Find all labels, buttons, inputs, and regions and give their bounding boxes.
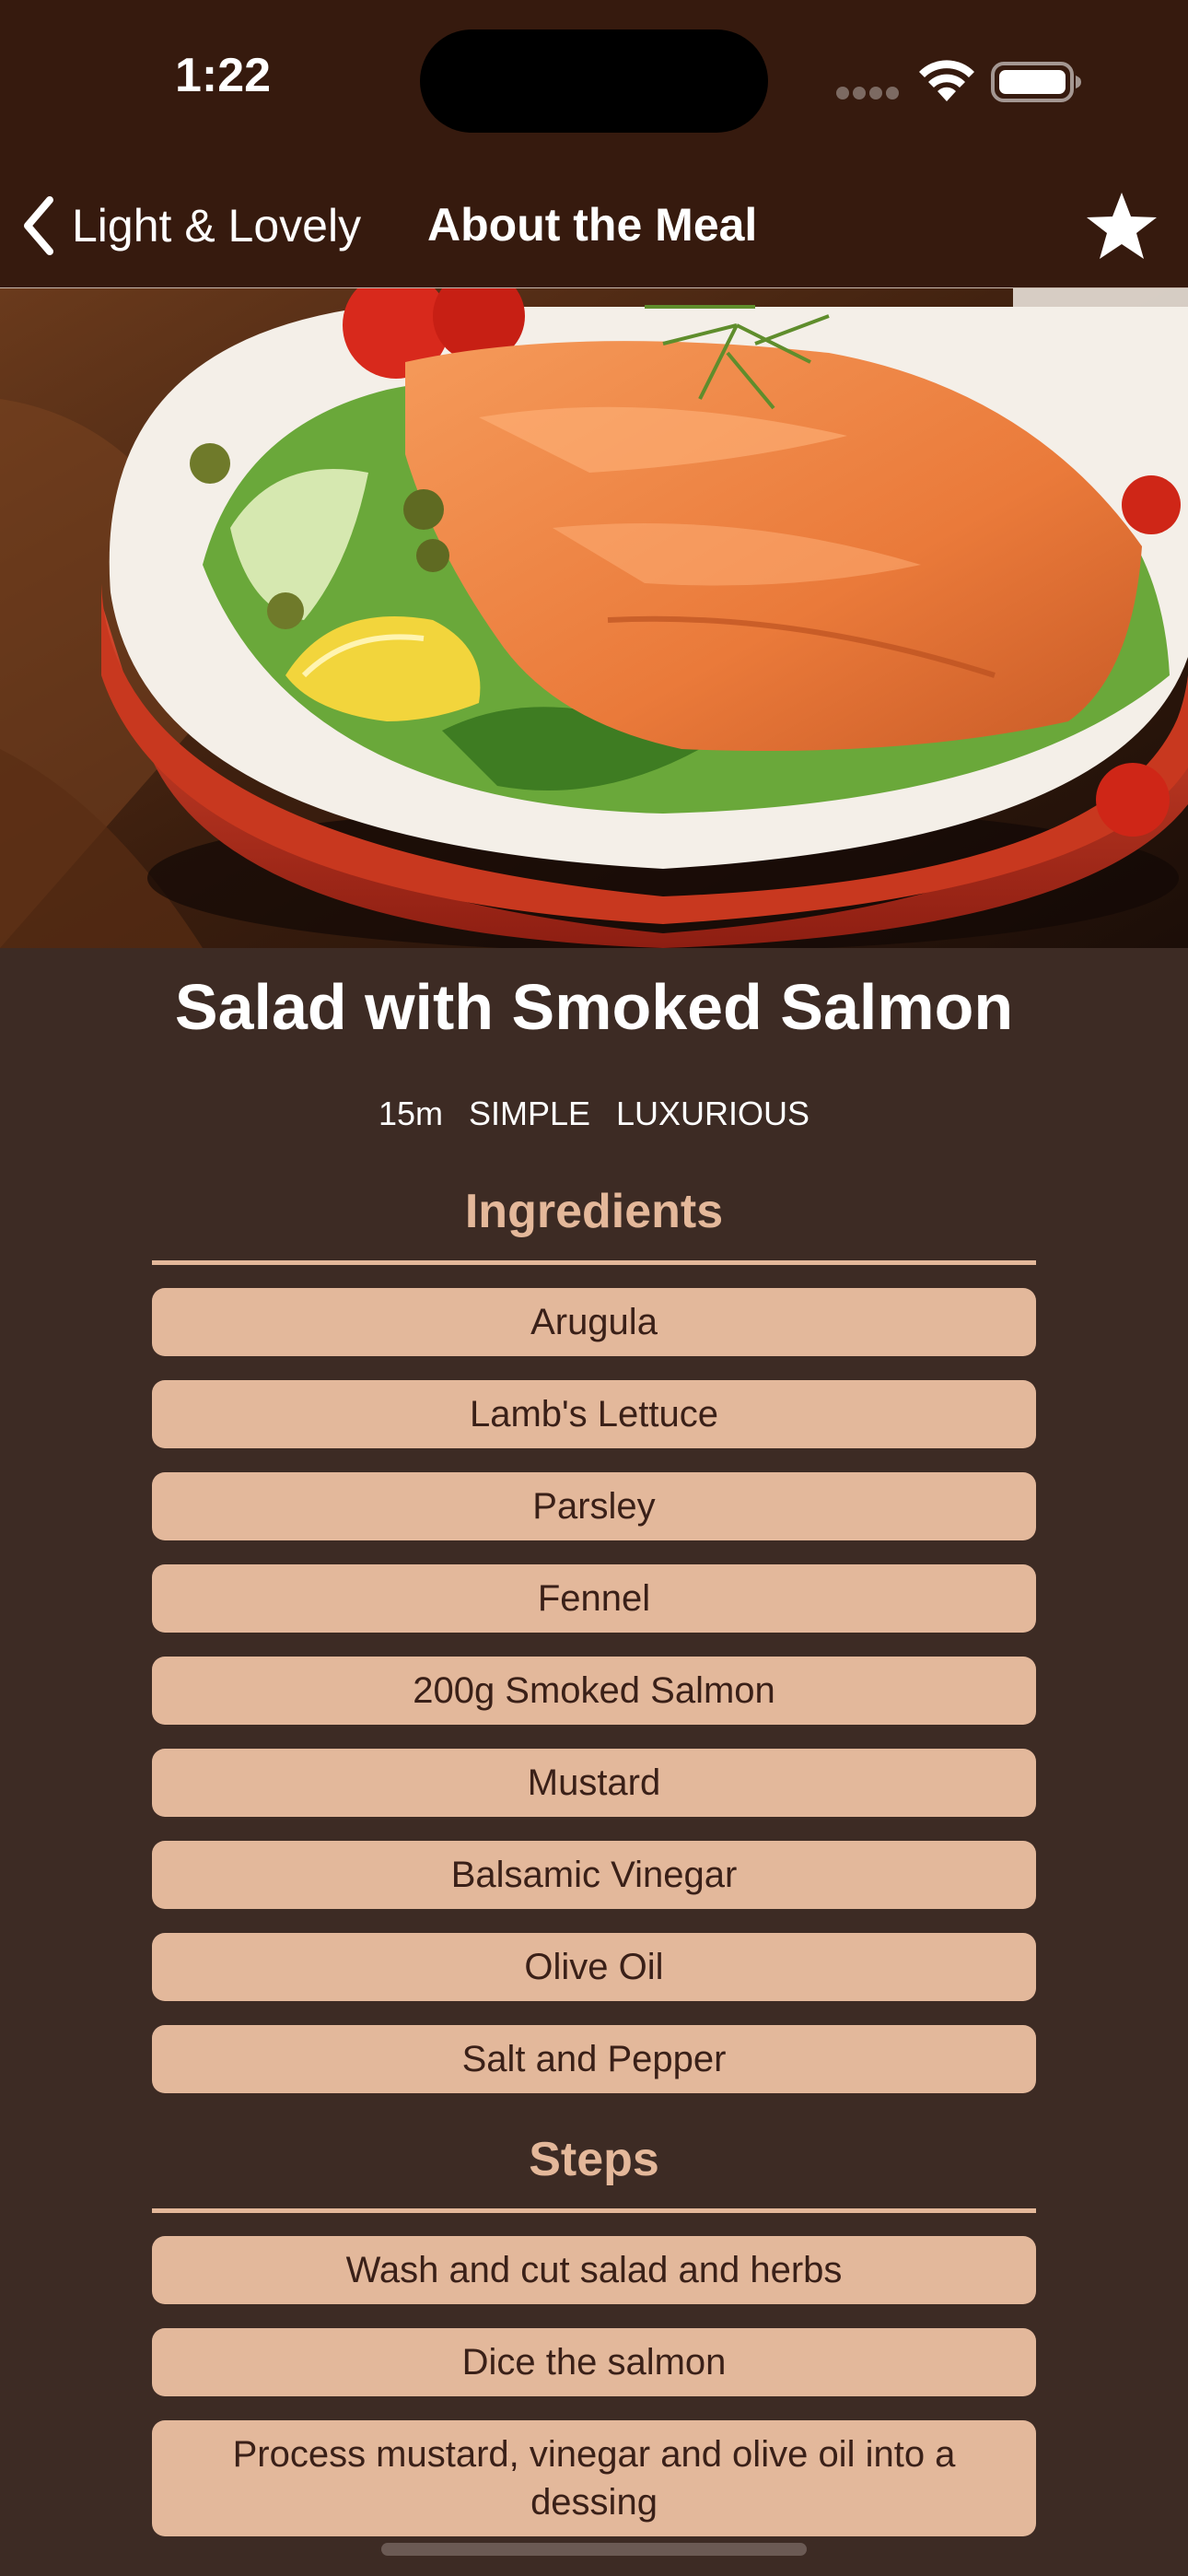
meal-complexity: SIMPLE	[468, 1095, 591, 1132]
steps-list: Wash and cut salad and herbs Dice the sa…	[152, 2236, 1036, 2560]
meal-detail-screen: 1:22 Light & Lovely About the Meal Salad…	[0, 0, 1188, 2576]
steps-divider	[152, 2208, 1036, 2213]
back-button[interactable]: Light & Lovely	[18, 189, 361, 263]
ingredients-divider	[152, 1260, 1036, 1265]
salad-bowl-illustration	[0, 288, 1188, 948]
status-icons	[836, 53, 1085, 109]
ingredients-list: Arugula Lamb's Lettuce Parsley Fennel 20…	[152, 1288, 1036, 2117]
status-time: 1:22	[175, 49, 272, 102]
ingredient-item: Fennel	[152, 1564, 1036, 1633]
ingredient-item: Balsamic Vinegar	[152, 1841, 1036, 1909]
step-item: Process mustard, vinegar and olive oil i…	[152, 2420, 1036, 2536]
ingredient-item: Salt and Pepper	[152, 2025, 1036, 2093]
ingredient-item: Lamb's Lettuce	[152, 1380, 1036, 1448]
status-bar: 1:22	[0, 0, 1188, 161]
ingredient-item: 200g Smoked Salmon	[152, 1657, 1036, 1725]
battery-icon	[991, 62, 1081, 102]
home-indicator[interactable]	[381, 2543, 807, 2556]
ingredient-item: Olive Oil	[152, 1933, 1036, 2001]
steps-heading: Steps	[529, 2133, 659, 2186]
meal-duration: 15m	[378, 1095, 443, 1132]
step-item: Dice the salmon	[152, 2328, 1036, 2396]
back-button-label: Light & Lovely	[72, 200, 362, 252]
meal-affordability: LUXURIOUS	[616, 1095, 810, 1132]
ingredient-item: Arugula	[152, 1288, 1036, 1356]
meal-details: 15m SIMPLE LUXURIOUS	[0, 1095, 1188, 1133]
dynamic-island	[420, 29, 768, 133]
nav-title: About the Meal	[427, 199, 758, 251]
ingredients-heading: Ingredients	[464, 1185, 724, 1238]
navigation-bar: Light & Lovely About the Meal	[0, 161, 1188, 288]
wifi-icon	[919, 60, 974, 101]
star-icon[interactable]	[1085, 189, 1159, 263]
meal-image	[0, 288, 1188, 948]
chevron-left-icon	[24, 196, 53, 255]
ingredient-item: Parsley	[152, 1472, 1036, 1540]
step-item: Wash and cut salad and herbs	[152, 2236, 1036, 2304]
meal-title: Salad with Smoked Salmon	[174, 971, 1014, 1043]
signal-dots-icon	[836, 87, 899, 101]
ingredient-item: Mustard	[152, 1749, 1036, 1817]
